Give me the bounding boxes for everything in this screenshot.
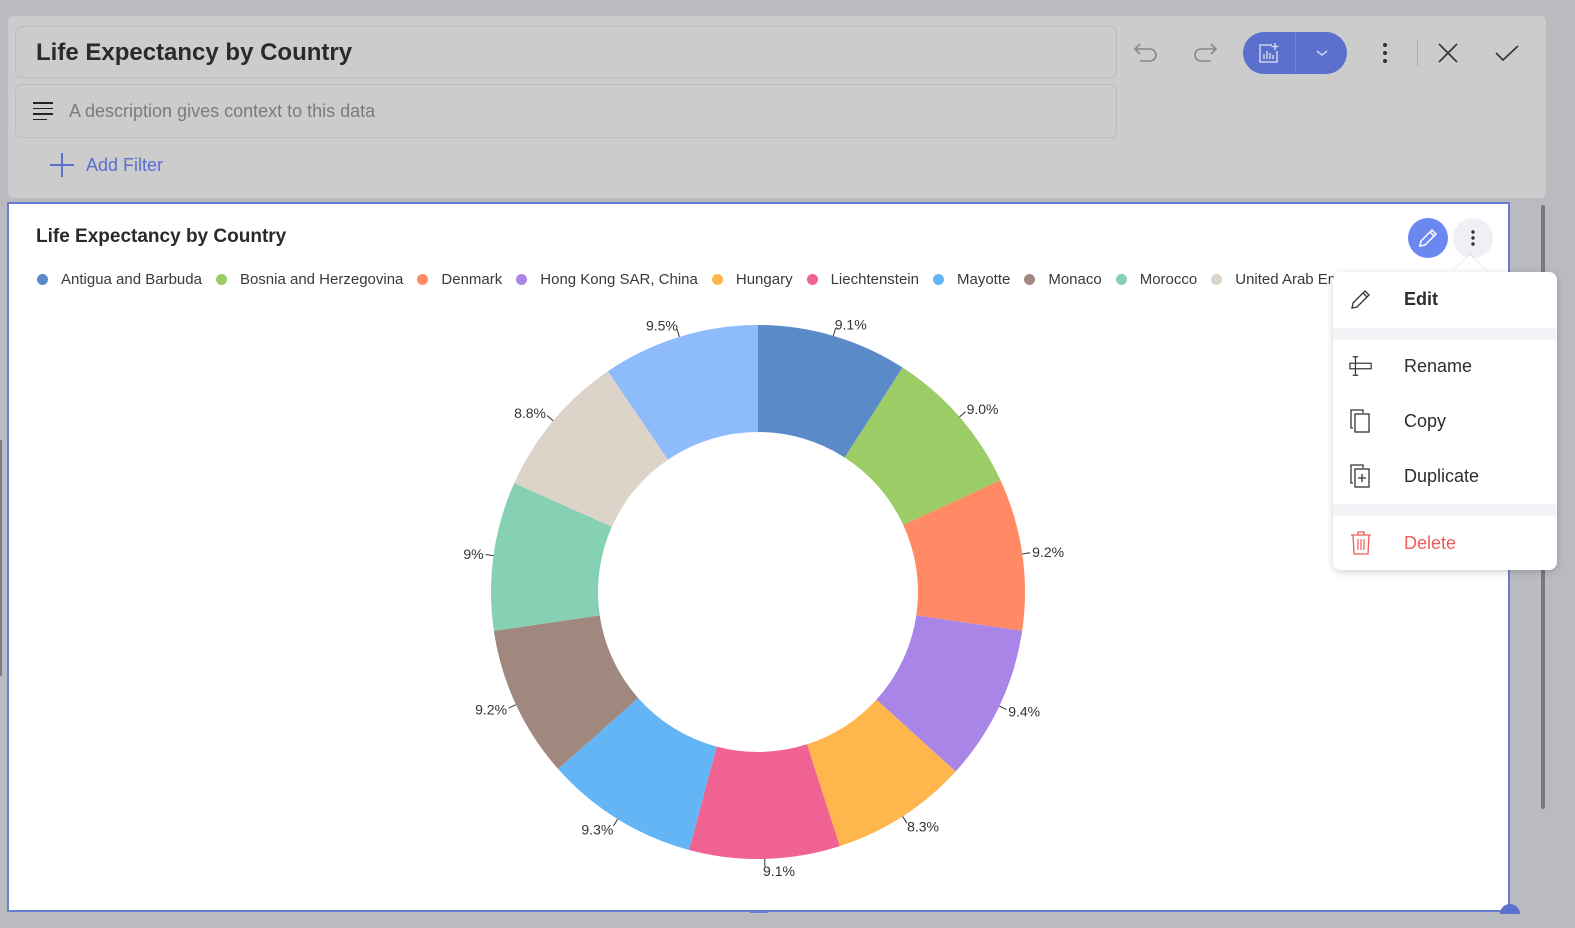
data-label: 9%	[463, 546, 483, 562]
menu-item-label: Edit	[1404, 288, 1438, 309]
menu-item-label: Copy	[1404, 410, 1447, 431]
data-label: 9.1%	[835, 316, 867, 332]
menu-item-edit[interactable]: Edit	[1333, 276, 1557, 322]
data-label-leader	[508, 704, 517, 709]
menu-item-copy[interactable]: Copy	[1333, 398, 1557, 444]
trash-icon	[1351, 531, 1371, 555]
menu-item-rename[interactable]: Rename	[1333, 343, 1557, 389]
menu-item-label: Duplicate	[1404, 465, 1480, 486]
rename-icon	[1349, 356, 1372, 376]
resize-handle-bottom[interactable]	[750, 910, 768, 913]
data-label: 8.3%	[907, 819, 939, 835]
data-label: 9.0%	[967, 401, 999, 417]
duplicate-icon	[1350, 464, 1370, 488]
menu-separator	[1333, 504, 1557, 516]
menu-item-delete[interactable]: Delete	[1333, 520, 1557, 566]
menu-item-duplicate[interactable]: Duplicate	[1333, 453, 1557, 499]
data-label: 8.8%	[514, 405, 546, 421]
context-menu: Edit Rename Copy Duplicate Delete	[1333, 272, 1557, 570]
data-label: 9.5%	[646, 317, 678, 333]
data-label: 9.4%	[1008, 703, 1040, 719]
data-label-leader	[999, 705, 1007, 711]
data-label: 9.1%	[763, 863, 795, 879]
pencil-icon	[1351, 290, 1370, 309]
data-label: 9.2%	[1032, 544, 1064, 560]
left-scrollbar[interactable]	[0, 440, 2, 676]
data-label-leader	[1022, 552, 1031, 555]
data-label: 9.2%	[475, 702, 507, 718]
data-label-leader	[613, 818, 619, 827]
data-label-leader	[485, 554, 494, 557]
menu-separator	[1333, 328, 1557, 340]
menu-item-label: Delete	[1404, 532, 1457, 553]
menu-item-label: Rename	[1404, 355, 1473, 376]
copy-icon	[1350, 409, 1370, 433]
data-label-leader	[959, 411, 966, 418]
data-label: 9.3%	[581, 821, 613, 837]
data-label-leader	[546, 415, 554, 422]
